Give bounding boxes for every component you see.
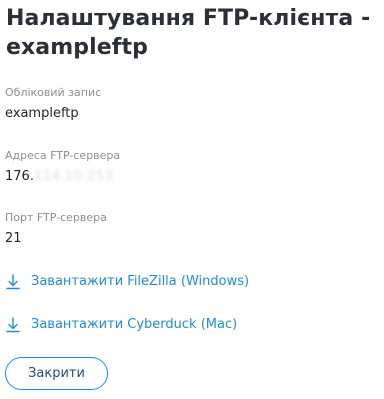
host-value[interactable]: 176.114.10.253 [5,169,120,185]
host-label: Адреса FTP-сервера [5,149,121,162]
dialog-title: Налаштування FTP-клієнта - exampleftp [6,6,371,60]
account-label: Обліковий запис [5,86,102,99]
download-icon [6,317,20,333]
port-field: Порт FTP-сервера 21 [5,211,107,247]
account-value[interactable]: exampleftp [5,106,101,122]
port-value[interactable]: 21 [5,231,107,247]
host-field: Адреса FTP-сервера 176.114.10.253 [5,149,120,185]
close-button[interactable]: Закрити [5,357,108,390]
account-field: Обліковий запис exampleftp [5,86,101,122]
download-filezilla-link[interactable]: Завантажити FileZilla (Windows) [6,274,249,290]
download-cyberduck-link[interactable]: Завантажити Cyberduck (Mac) [6,317,237,333]
host-value-prefix: 176. [5,169,34,184]
host-value-hidden: 114.10.253 [33,169,114,184]
download-filezilla-label: Завантажити FileZilla (Windows) [31,274,250,289]
port-label: Порт FTP-сервера [5,211,107,224]
download-icon [6,274,20,290]
download-cyberduck-label: Завантажити Cyberduck (Mac) [31,317,238,332]
